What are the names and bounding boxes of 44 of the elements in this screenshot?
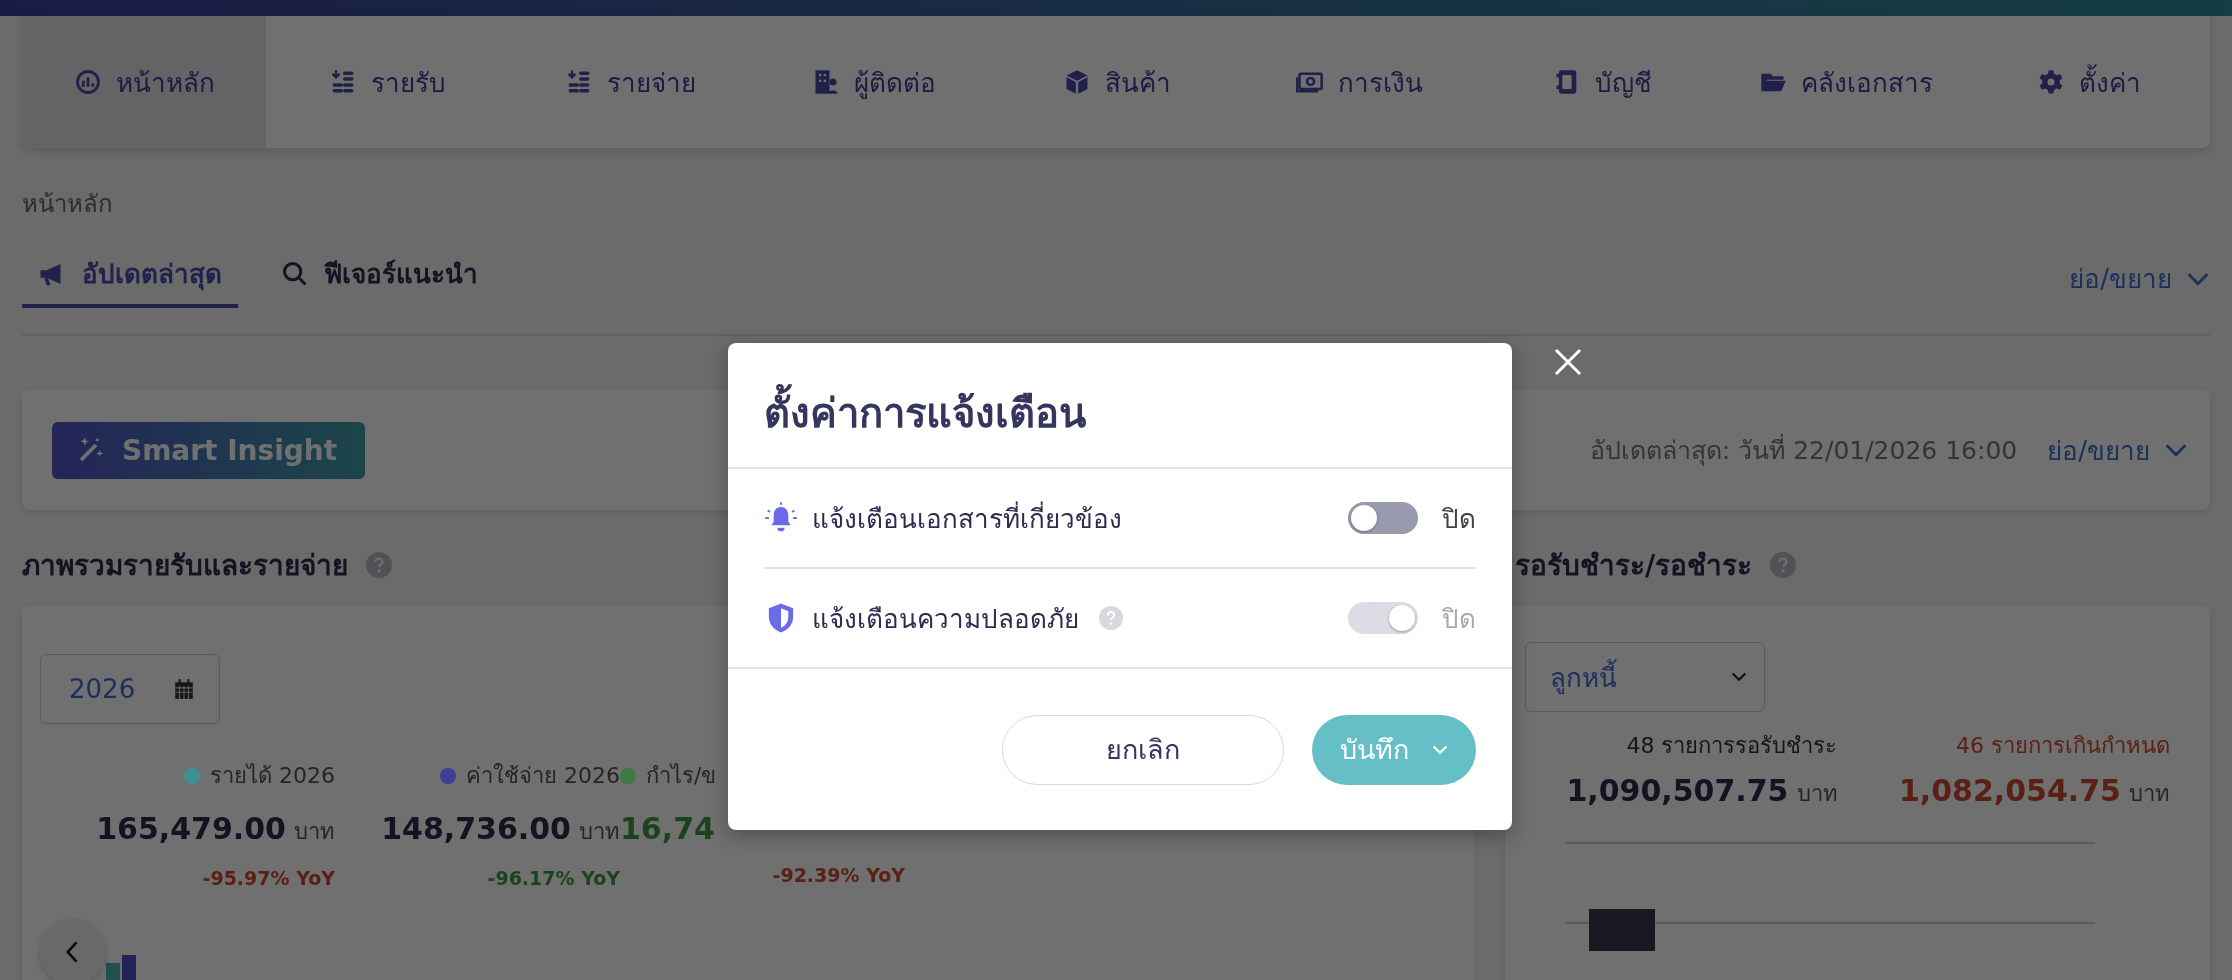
nav-item[interactable]: ตั้งค่า [1967, 16, 2210, 148]
tab[interactable]: อัปเดตล่าสุด [22, 249, 238, 308]
nav-item[interactable]: คลังเอกสาร [1724, 16, 1967, 148]
stat-label: 46 รายการเกินกำหนด [1956, 732, 2170, 760]
setting-label: แจ้งเตือนเอกสารที่เกี่ยวข้อง [812, 500, 1122, 536]
nav-item[interactable]: การเงิน [1238, 16, 1481, 148]
nav-item[interactable]: รายจ่าย [509, 16, 752, 148]
nav-item[interactable]: บัญชี [1481, 16, 1724, 148]
stat-amount: 1,082,054.75 [1898, 773, 2121, 808]
currency-unit: บาท [2129, 780, 2170, 808]
setting-label: แจ้งเตือนความปลอดภัย [812, 602, 1079, 636]
currency-unit: บาท [1796, 780, 1838, 808]
save-button[interactable]: บันทึก [1312, 714, 1476, 785]
year-picker[interactable]: 2026 [40, 654, 220, 724]
smart-insight-button[interactable]: Smart Insight [52, 421, 366, 479]
collapse-link[interactable]: ย่อ/ขยาย [2047, 429, 2188, 471]
toggle-state-label: ปิด [1442, 502, 1476, 536]
yoy-change: -95.97% YoY [202, 867, 335, 889]
nav-item[interactable]: หน้าหลัก [22, 16, 266, 148]
section-title: รอรับชำระ/รอชำระ [1515, 548, 1753, 584]
nav-item[interactable]: รายรับ [266, 16, 509, 148]
yoy-change: -96.17% YoY [487, 867, 620, 889]
stat-label: กำไร/ข [646, 762, 717, 790]
currency-unit: บาท [579, 818, 620, 846]
section-title: ภาพรวมรายรับและรายจ่าย [22, 548, 348, 584]
last-updated-text: อัปเดตล่าสุด: วันที่ 22/01/2026 16:00 [1589, 430, 2018, 470]
stat-amount: 165,479.00 [96, 811, 286, 846]
stat-label: 48 รายการรอรับชำระ [1626, 732, 1838, 760]
cancel-button[interactable]: ยกเลิก [1002, 714, 1284, 785]
stat-amount: 1,090,507.75 [1566, 773, 1789, 808]
debtor-dropdown[interactable]: ลูกหนี้ [1525, 642, 1765, 712]
stat-amount: 148,736.00 [381, 811, 571, 846]
currency-unit: บาท [294, 818, 335, 846]
stat-label: ค่าใช้จ่าย 2026 [466, 762, 620, 790]
yoy-change: -92.39% YoY [772, 864, 905, 886]
tab[interactable]: ฟีเจอร์แนะนำ [264, 249, 494, 308]
collapse-link[interactable]: ย่อ/ขยาย [2069, 258, 2210, 299]
nav-item[interactable]: สินค้า [995, 16, 1238, 148]
nav-item[interactable]: ผู้ติดต่อ [752, 16, 995, 148]
breadcrumb: หน้าหลัก [22, 189, 114, 220]
stat-amount: 16,74 [620, 811, 715, 846]
dialog-title: ตั้งค่าการแจ้งเตือน [728, 343, 1512, 469]
toggle-state-label: ปิด [1442, 602, 1476, 636]
stat-label: รายได้ 2026 [210, 762, 335, 790]
